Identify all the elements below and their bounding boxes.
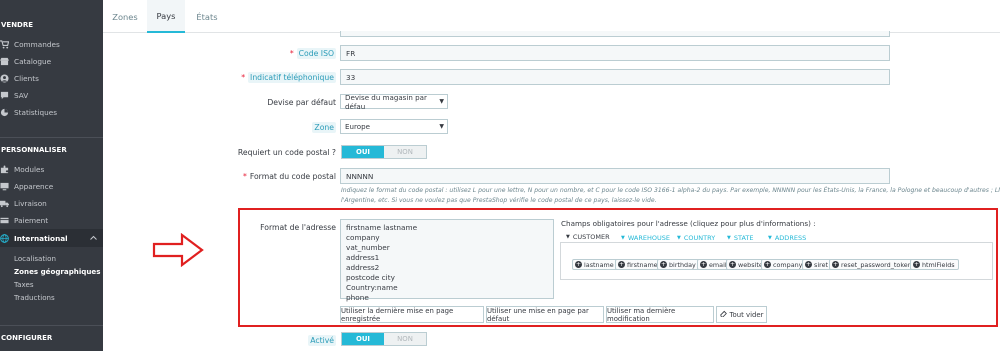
sidebar-subitem-taxes[interactable]: Taxes	[14, 280, 34, 289]
code-iso-input[interactable]: FR	[340, 45, 890, 61]
caret-down-icon: ▼	[439, 123, 444, 130]
format-code-postal-label: * Format du code postal	[242, 172, 336, 181]
cart-icon	[0, 40, 9, 49]
desktop-icon	[0, 182, 9, 191]
code-postal-requis-label: Requiert un code postal ?	[237, 148, 336, 157]
active-toggle[interactable]: OUI NON	[341, 332, 427, 346]
sidebar-item-statistiques[interactable]: Statistiques	[0, 104, 103, 121]
globe-icon	[0, 233, 9, 243]
format-code-postal-input[interactable]: NNNNN	[340, 168, 890, 184]
tab-zones[interactable]: Zones	[103, 0, 147, 33]
sidebar-item-sav[interactable]: SAV	[0, 87, 103, 104]
sidebar-item-livraison[interactable]: Livraison	[0, 195, 103, 212]
chat-icon	[0, 91, 9, 100]
sidebar-item-label: Paiement	[14, 216, 49, 225]
devise-value: Devise du magasin par défau	[345, 92, 427, 111]
sidebar-item-catalogue[interactable]: Catalogue	[0, 53, 103, 70]
sidebar-divider	[0, 137, 103, 138]
toggle-non[interactable]: NON	[384, 333, 426, 345]
store-icon	[0, 57, 9, 66]
sidebar-section-personnaliser: PERSONNALISER	[1, 146, 67, 154]
sidebar-item-label: International	[14, 233, 68, 243]
sidebar-item-label: Modules	[14, 165, 45, 174]
sidebar-item-label: Statistiques	[14, 108, 58, 117]
devise-label: Devise par défaut	[267, 98, 336, 107]
sidebar-item-apparence[interactable]: Apparence	[0, 178, 103, 195]
truck-icon	[0, 199, 9, 208]
user-icon	[0, 74, 9, 83]
sidebar-subitem-traductions[interactable]: Traductions	[14, 293, 55, 302]
devise-select[interactable]: Devise du magasin par défau ▼	[340, 92, 448, 111]
sidebar-item-label: Catalogue	[14, 57, 52, 66]
sidebar-divider	[0, 325, 103, 326]
previous-field[interactable]	[340, 31, 890, 37]
tab-pays[interactable]: Pays	[147, 0, 185, 33]
toggle-non[interactable]: NON	[384, 146, 426, 158]
toggle-oui[interactable]: OUI	[342, 333, 384, 345]
sidebar-subitem-localisation[interactable]: Localisation	[14, 254, 56, 263]
highlight-box	[238, 208, 998, 327]
zone-value: Europe	[345, 122, 370, 131]
toggle-oui[interactable]: OUI	[342, 146, 384, 158]
chevron-up-icon	[90, 234, 97, 243]
code-postal-requis-toggle[interactable]: OUI NON	[341, 145, 427, 159]
sidebar-item-label: SAV	[14, 91, 29, 100]
sidebar-item-label: Commandes	[14, 40, 60, 49]
sidebar: VENDRE Commandes Catalogue Clients SAV S…	[0, 0, 103, 351]
card-icon	[0, 216, 9, 225]
sidebar-item-modules[interactable]: Modules	[0, 161, 103, 178]
zone-label: Zone	[312, 122, 336, 133]
code-iso-label: * Code ISO	[289, 48, 336, 59]
format-code-postal-help: Indiquez le format du code postal : util…	[341, 186, 1000, 205]
indicatif-label: * Indicatif téléphonique	[241, 72, 336, 83]
sidebar-section-vendre: VENDRE	[1, 21, 34, 29]
caret-down-icon: ▼	[439, 98, 444, 105]
sidebar-item-label: Apparence	[14, 182, 54, 191]
tab-bar: Zones Pays États	[103, 0, 1000, 33]
help-line: l'Argentine, etc. Si vous ne voulez pas …	[341, 196, 657, 204]
sidebar-item-label: Clients	[14, 74, 39, 83]
sidebar-item-clients[interactable]: Clients	[0, 70, 103, 87]
sidebar-section-configurer: CONFIGURER	[1, 334, 53, 342]
tab-etats[interactable]: États	[185, 0, 229, 33]
sidebar-item-label: Livraison	[14, 199, 47, 208]
puzzle-icon	[0, 165, 9, 174]
sidebar-item-paiement[interactable]: Paiement	[0, 212, 103, 229]
chart-icon	[0, 108, 9, 117]
sidebar-item-commandes[interactable]: Commandes	[0, 36, 103, 53]
active-label: Activé	[308, 335, 336, 346]
zone-select[interactable]: Europe ▼	[340, 119, 448, 134]
help-line: Indiquez le format du code postal : util…	[341, 187, 1000, 194]
annotation-arrow-icon	[152, 233, 204, 267]
indicatif-input[interactable]: 33	[340, 69, 890, 85]
sidebar-item-international[interactable]: International	[0, 229, 103, 247]
sidebar-subitem-zones-geographiques[interactable]: Zones géographiques	[14, 267, 100, 276]
